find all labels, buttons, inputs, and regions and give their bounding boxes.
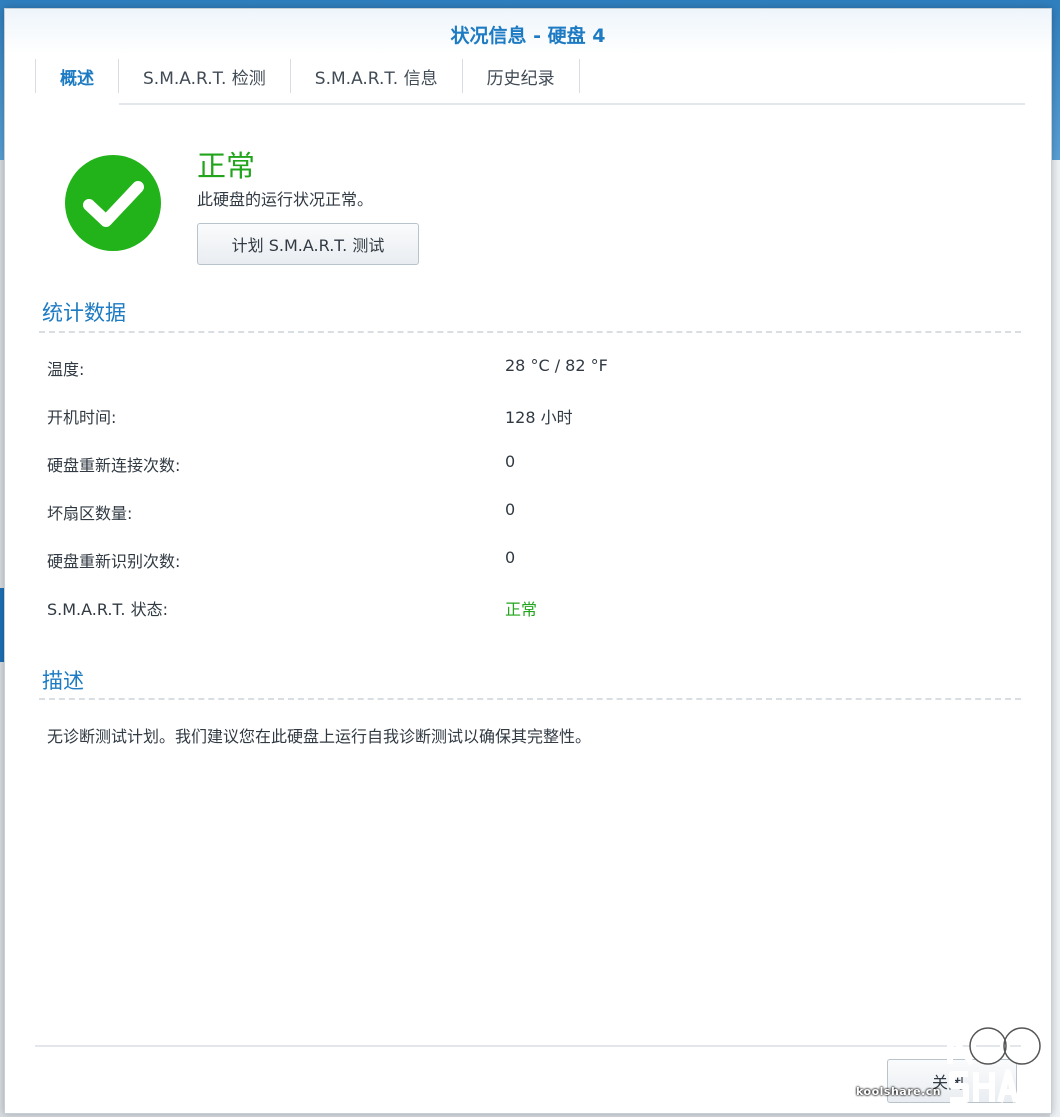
stat-label-temperature: 温度: (47, 360, 85, 379)
stat-label-bad-sectors: 坏扇区数量: (47, 504, 133, 523)
stat-value-power-on-time: 128 小时 (505, 408, 573, 427)
description-divider (39, 698, 1021, 700)
tab-overview[interactable]: 概述 (35, 59, 119, 105)
stat-value-temperature: 28 °C / 82 °F (505, 356, 608, 375)
stat-value-reidentify-count: 0 (505, 548, 516, 567)
stat-label-reidentify-count: 硬盘重新识别次数: (47, 552, 181, 571)
status-description: 此硬盘的运行状况正常。 (197, 190, 374, 209)
status-title: 正常 (197, 149, 256, 183)
disk-health-dialog: 状况信息 - 硬盘 4 概述 S.M.A.R.T. 检测 S.M.A.R.T. … (4, 8, 1052, 1114)
stats-divider (39, 331, 1021, 333)
stat-label-reconnect-count: 硬盘重新连接次数: (47, 456, 181, 475)
stat-label-power-on-time: 开机时间: (47, 408, 117, 427)
title-bar[interactable]: 状况信息 - 硬盘 4 (5, 9, 1051, 55)
stat-value-reconnect-count: 0 (505, 452, 516, 471)
watermark-url: koolshare.cn (856, 1085, 942, 1098)
stat-value-bad-sectors: 0 (505, 500, 516, 519)
tab-history[interactable]: 历史纪录 (463, 59, 580, 93)
stat-value-smart-status: 正常 (505, 600, 538, 619)
schedule-smart-test-button[interactable]: 计划 S.M.A.R.T. 测试 (197, 223, 419, 265)
dialog-title: 状况信息 - 硬盘 4 (450, 25, 606, 47)
description-section-title: 描述 (42, 669, 84, 693)
koolshare-watermark-logo (947, 1025, 1041, 1104)
tab-bar: 概述 S.M.A.R.T. 检测 S.M.A.R.T. 信息 历史纪录 (35, 55, 1025, 105)
stats-section-title: 统计数据 (42, 301, 126, 325)
footer-divider (35, 1045, 1021, 1047)
check-circle-icon (65, 155, 161, 251)
description-text: 无诊断测试计划。我们建议您在此硬盘上运行自我诊断测试以确保其完整性。 (47, 727, 592, 746)
tab-smart-info[interactable]: S.M.A.R.T. 信息 (291, 59, 463, 93)
tab-smart-test[interactable]: S.M.A.R.T. 检测 (119, 59, 291, 93)
stat-label-smart-status: S.M.A.R.T. 状态: (47, 600, 168, 619)
